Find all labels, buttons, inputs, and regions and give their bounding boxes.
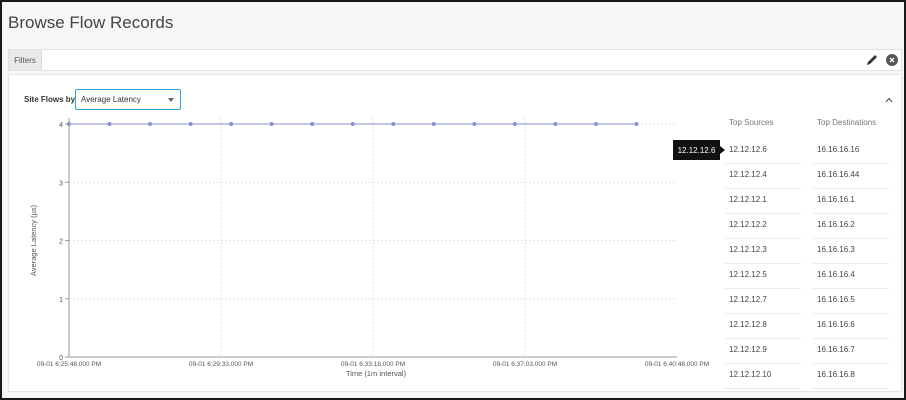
top-source-item[interactable]: 12.12.12.8: [725, 314, 801, 339]
data-point: [107, 122, 112, 126]
data-point: [229, 122, 234, 126]
data-point: [67, 122, 71, 126]
data-point: [472, 122, 477, 126]
top-destination-item[interactable]: 16.16.16.5: [813, 289, 889, 314]
data-point: [310, 122, 315, 126]
edit-icon[interactable]: [865, 53, 879, 67]
top-sources-header: Top Sources: [729, 118, 774, 127]
x-tick-label: 09-01 6:33:18.000 PM: [341, 361, 405, 368]
chart-tooltip: 12.12.12.6: [673, 140, 725, 160]
x-tick-label: 09-01 6:25:48.000 PM: [37, 361, 101, 368]
data-point: [148, 122, 153, 126]
top-source-item[interactable]: 12.12.12.2: [725, 214, 801, 239]
data-point: [512, 122, 517, 126]
top-destinations-column: Top Destinations 16.16.16.16 16.16.16.44 1…: [813, 117, 889, 389]
top-source-item[interactable]: 12.12.12.5: [725, 264, 801, 289]
x-axis-label: Time (1m interval): [346, 369, 407, 378]
y-axis-label: Average Latency (µs): [29, 204, 38, 276]
x-tick-label: 09-01 6:29:33.000 PM: [189, 361, 253, 368]
top-source-item[interactable]: 12.12.12.1: [725, 189, 801, 214]
clear-icon[interactable]: [886, 54, 898, 66]
top-source-item[interactable]: 12.12.12.7: [725, 289, 801, 314]
app-window: Browse Flow Records Filters Site Flows b…: [0, 0, 906, 400]
top-source-item[interactable]: 12.12.12.10: [725, 364, 801, 389]
page-title: Browse Flow Records: [8, 13, 174, 32]
latency-chart: 0123409-01 6:25:48.000 PM 09-01 6:29:33.0…: [29, 118, 709, 378]
top-destination-item[interactable]: 16.16.16.8: [813, 364, 889, 389]
filters-tab[interactable]: Filters: [9, 50, 42, 70]
x-tick-label: 09-01 6:40:48.000 PM: [645, 361, 709, 368]
data-point: [593, 122, 598, 126]
top-sources-column: Top Sources 12.12.12.6 12.12.12.4 12.12.12…: [725, 117, 801, 389]
top-source-item[interactable]: 12.12.12.9: [725, 339, 801, 364]
top-source-item[interactable]: 12.12.12.3: [725, 239, 801, 264]
data-point: [431, 122, 436, 126]
top-destination-item[interactable]: 16.16.16.2: [813, 214, 889, 239]
top-destination-item[interactable]: 16.16.16.1: [813, 189, 889, 214]
x-tick-label: 09-01 6:37:03.000 PM: [493, 361, 557, 368]
y-tick-label: 4: [59, 122, 63, 129]
y-tick-label: 1: [59, 297, 63, 304]
top-destination-item[interactable]: 16.16.16.3: [813, 239, 889, 264]
data-point: [188, 122, 193, 126]
top-destinations-header: Top Destinations: [817, 118, 877, 127]
y-tick-label: 2: [59, 239, 63, 246]
data-point: [553, 122, 558, 126]
top-source-item[interactable]: 12.12.12.6: [725, 139, 801, 164]
top-source-item[interactable]: 12.12.12.4: [725, 164, 801, 189]
chevron-up-icon[interactable]: [885, 97, 893, 103]
y-tick-label: 3: [59, 180, 63, 187]
filter-bar: Filters: [8, 49, 902, 71]
top-destination-item[interactable]: 16.16.16.16: [813, 139, 889, 164]
data-point: [269, 122, 274, 126]
top-destination-item[interactable]: 16.16.16.7: [813, 339, 889, 364]
data-point: [391, 122, 396, 126]
top-destination-item[interactable]: 16.16.16.44: [813, 164, 889, 189]
top-destination-item[interactable]: 16.16.16.4: [813, 264, 889, 289]
top-destination-item[interactable]: 16.16.16.6: [813, 314, 889, 339]
flow-panel: Site Flows by: Average Latency 0 1 2 3 4 09-0…: [8, 74, 902, 392]
data-point: [634, 122, 639, 126]
data-point: [350, 122, 355, 126]
